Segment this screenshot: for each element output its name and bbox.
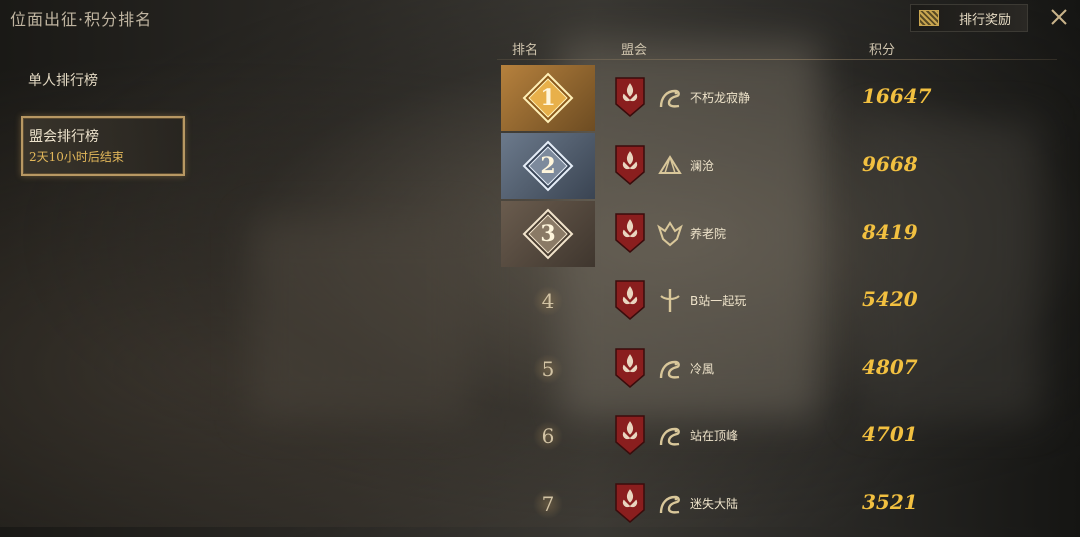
eagle-emblem-icon xyxy=(657,219,683,247)
table-row[interactable]: 7 迷失大陆 3521 xyxy=(497,471,1057,537)
guild-name: 冷風 xyxy=(690,362,715,376)
guild-name: B站一起玩 xyxy=(690,294,747,308)
guild-shield-icon xyxy=(614,347,646,389)
table-row[interactable]: 2 澜沧 9668 xyxy=(497,133,1057,199)
dragon-emblem-icon xyxy=(657,489,683,517)
guild-score: 5420 xyxy=(862,287,918,311)
close-icon[interactable] xyxy=(1048,6,1070,28)
dragon-emblem-icon xyxy=(657,421,683,449)
rank-number: 3 xyxy=(540,221,556,247)
guild-shield-icon xyxy=(614,76,646,118)
guild-shield-icon xyxy=(614,212,646,254)
table-row[interactable]: 5 冷風 4807 xyxy=(497,336,1057,402)
table-row[interactable]: 3 养老院 8419 xyxy=(497,201,1057,267)
column-header-rank: 排名 xyxy=(512,43,539,58)
sidebar-item-guild-ranking[interactable]: 盟会排行榜 2天10小时后结束 xyxy=(21,116,185,176)
guild-score: 4701 xyxy=(862,422,918,446)
guild-score: 9668 xyxy=(862,152,918,176)
rank-number: 7 xyxy=(541,492,555,516)
guild-score: 3521 xyxy=(862,490,918,514)
rank-cell: 3 xyxy=(501,201,595,267)
dragon-emblem-icon xyxy=(657,354,683,382)
header-divider xyxy=(497,59,1057,60)
column-header-guild: 盟会 xyxy=(621,43,648,58)
rank-number: 1 xyxy=(540,85,556,111)
sidebar-item-individual-ranking[interactable]: 单人排行榜 xyxy=(28,70,98,90)
dragon-emblem-icon xyxy=(657,83,683,111)
table-row[interactable]: 4 B站一起玩 5420 xyxy=(497,268,1057,334)
guild-score: 16647 xyxy=(862,84,932,108)
wing-emblem-icon xyxy=(657,151,683,179)
guild-score: 4807 xyxy=(862,355,918,379)
rank-cell: 5 xyxy=(501,336,595,402)
guild-shield-icon xyxy=(614,144,646,186)
guild-shield-icon xyxy=(614,482,646,524)
sword-emblem-icon xyxy=(657,286,683,314)
rank-cell: 4 xyxy=(501,268,595,334)
page-title: 位面出征·积分排名 xyxy=(10,10,153,29)
rank-cell: 6 xyxy=(501,403,595,469)
guild-name: 迷失大陆 xyxy=(690,497,739,511)
guild-name: 站在顶峰 xyxy=(690,429,739,443)
guild-name: 澜沧 xyxy=(690,159,715,173)
reward-chest-icon xyxy=(919,10,939,26)
rank-number: 6 xyxy=(541,424,555,448)
ranking-rewards-button[interactable]: 排行奖励 xyxy=(910,4,1028,32)
guild-name: 养老院 xyxy=(690,227,727,241)
guild-score: 8419 xyxy=(862,220,918,244)
countdown-text: 2天10小时后结束 xyxy=(29,150,124,164)
rank-number: 4 xyxy=(541,289,555,313)
ranking-rewards-label: 排行奖励 xyxy=(959,12,1012,28)
rank-number: 2 xyxy=(540,153,556,179)
rank-cell: 2 xyxy=(501,133,595,199)
guild-name: 不朽龙寂静 xyxy=(690,91,751,105)
column-header-score: 积分 xyxy=(869,43,896,58)
background-structure xyxy=(250,220,470,420)
sidebar-item-label: 盟会排行榜 xyxy=(29,129,99,145)
table-row[interactable]: 6 站在顶峰 4701 xyxy=(497,403,1057,469)
rank-cell: 1 xyxy=(501,65,595,131)
guild-shield-icon xyxy=(614,279,646,321)
rank-number: 5 xyxy=(541,357,555,381)
rank-cell: 7 xyxy=(501,471,595,537)
table-row[interactable]: 1 不朽龙寂静 16647 xyxy=(497,65,1057,131)
table-header: 排名 盟会 积分 xyxy=(497,36,1057,60)
guild-shield-icon xyxy=(614,414,646,456)
